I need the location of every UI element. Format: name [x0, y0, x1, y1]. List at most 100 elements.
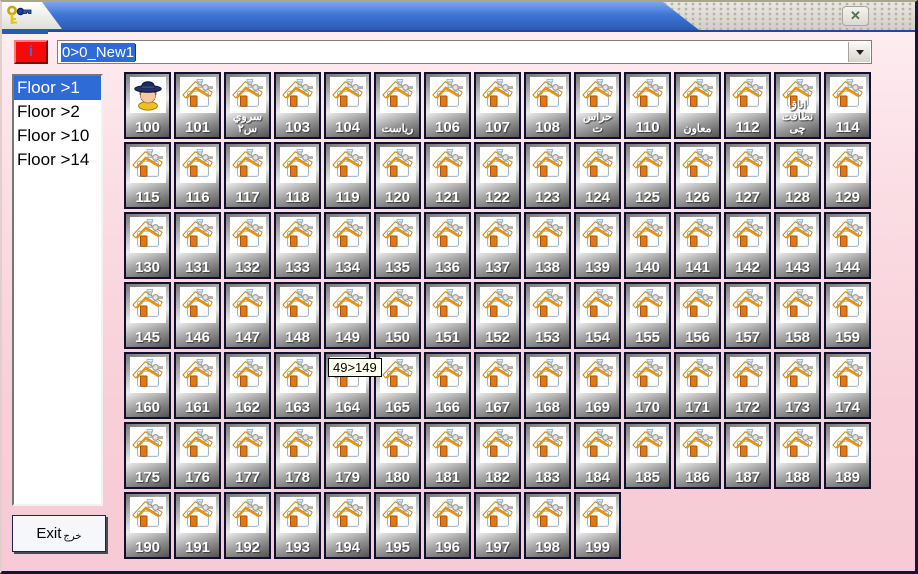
room-button[interactable]: 104 [324, 72, 371, 139]
room-button[interactable]: 123 [524, 142, 571, 209]
room-button[interactable]: 192 [224, 492, 271, 559]
room-button[interactable]: 128 [774, 142, 821, 209]
room-button[interactable]: 119 [324, 142, 371, 209]
room-button[interactable]: 117 [224, 142, 271, 209]
room-button[interactable]: 183 [524, 422, 571, 489]
room-button[interactable]: 196 [424, 492, 471, 559]
room-button[interactable]: 153 [524, 282, 571, 349]
floor-item-2[interactable]: Floor >2 [14, 100, 101, 124]
room-button[interactable]: 161 [174, 352, 221, 419]
room-button[interactable]: 115 [124, 142, 171, 209]
room-button[interactable]: 135 [374, 212, 421, 279]
room-button[interactable]: 189 [824, 422, 871, 489]
room-button[interactable]: 139 [574, 212, 621, 279]
room-button[interactable]: 108 [524, 72, 571, 139]
info-button[interactable]: i [14, 40, 48, 64]
room-button[interactable]: 134 [324, 212, 371, 279]
room-button[interactable]: 126 [674, 142, 721, 209]
room-button[interactable]: 141 [674, 212, 721, 279]
room-button[interactable]: 147 [224, 282, 271, 349]
room-button[interactable]: 138 [524, 212, 571, 279]
room-button[interactable]: 191 [174, 492, 221, 559]
room-button[interactable]: 155 [624, 282, 671, 349]
room-button[interactable]: 125 [624, 142, 671, 209]
room-button[interactable]: 182 [474, 422, 521, 489]
room-button[interactable]: سروي س٢ [224, 72, 271, 139]
room-button[interactable]: 149 [324, 282, 371, 349]
room-button[interactable]: 106 [424, 72, 471, 139]
room-button[interactable]: 173 [774, 352, 821, 419]
room-button[interactable]: 172 [724, 352, 771, 419]
room-button[interactable]: 120 [374, 142, 421, 209]
room-button[interactable]: 136 [424, 212, 471, 279]
room-button[interactable]: 159 [824, 282, 871, 349]
room-button[interactable]: 157 [724, 282, 771, 349]
room-button[interactable]: 186 [674, 422, 721, 489]
room-button[interactable]: 198 [524, 492, 571, 559]
room-button[interactable]: 127 [724, 142, 771, 209]
room-button[interactable]: 197 [474, 492, 521, 559]
room-button[interactable]: 100 [124, 72, 171, 139]
room-button[interactable]: 168 [524, 352, 571, 419]
room-button[interactable]: 144 [824, 212, 871, 279]
room-combo-box[interactable]: 0>0_New1 [57, 40, 872, 64]
room-button[interactable]: 184 [574, 422, 621, 489]
room-button[interactable]: 180 [374, 422, 421, 489]
room-button[interactable]: اتاق نظافت چی [774, 72, 821, 139]
room-button[interactable]: 174 [824, 352, 871, 419]
room-button[interactable]: 199 [574, 492, 621, 559]
room-button[interactable]: 188 [774, 422, 821, 489]
room-button[interactable]: معاون [674, 72, 721, 139]
room-button[interactable]: 146 [174, 282, 221, 349]
room-button[interactable]: 107 [474, 72, 521, 139]
room-button[interactable]: 132 [224, 212, 271, 279]
room-button[interactable]: 101 [174, 72, 221, 139]
room-button[interactable]: 177 [224, 422, 271, 489]
room-button[interactable]: 163 [274, 352, 321, 419]
room-button[interactable]: 133 [274, 212, 321, 279]
room-button[interactable]: حراس ت [574, 72, 621, 139]
room-button[interactable]: 131 [174, 212, 221, 279]
floor-item-10[interactable]: Floor >10 [14, 124, 101, 148]
room-button[interactable]: 167 [474, 352, 521, 419]
exit-button[interactable]: Exit خرج [12, 515, 106, 552]
room-button[interactable]: 137 [474, 212, 521, 279]
room-button[interactable]: 112 [724, 72, 771, 139]
room-button[interactable]: 124 [574, 142, 621, 209]
dropdown-arrow-icon[interactable] [848, 42, 870, 62]
room-button[interactable]: 179 [324, 422, 371, 489]
room-button[interactable]: 114 [824, 72, 871, 139]
room-button[interactable]: رياست [374, 72, 421, 139]
room-button[interactable]: 143 [774, 212, 821, 279]
room-button[interactable]: 171 [674, 352, 721, 419]
room-button[interactable]: 195 [374, 492, 421, 559]
room-button[interactable]: 181 [424, 422, 471, 489]
room-button[interactable]: 140 [624, 212, 671, 279]
room-button[interactable]: 122 [474, 142, 521, 209]
room-button[interactable]: 151 [424, 282, 471, 349]
floor-item-14[interactable]: Floor >14 [14, 148, 101, 172]
room-button[interactable]: 158 [774, 282, 821, 349]
room-button[interactable]: 110 [624, 72, 671, 139]
room-button[interactable]: 175 [124, 422, 171, 489]
room-button[interactable]: 160 [124, 352, 171, 419]
room-button[interactable]: 194 [324, 492, 371, 559]
room-button[interactable]: 156 [674, 282, 721, 349]
room-button[interactable]: 121 [424, 142, 471, 209]
room-button[interactable]: 193 [274, 492, 321, 559]
room-button[interactable]: 176 [174, 422, 221, 489]
room-button[interactable]: 162 [224, 352, 271, 419]
close-icon[interactable]: ✕ [842, 6, 869, 26]
room-button[interactable]: 130 [124, 212, 171, 279]
room-button[interactable]: 178 [274, 422, 321, 489]
room-button[interactable]: 129 [824, 142, 871, 209]
room-button[interactable]: 185 [624, 422, 671, 489]
room-button[interactable]: 187 [724, 422, 771, 489]
room-button[interactable]: 169 [574, 352, 621, 419]
room-button[interactable]: 170 [624, 352, 671, 419]
room-button[interactable]: 142 [724, 212, 771, 279]
floor-item-1[interactable]: Floor >1 [14, 76, 101, 100]
room-button[interactable]: 154 [574, 282, 621, 349]
room-button[interactable]: 103 [274, 72, 321, 139]
room-button[interactable]: 150 [374, 282, 421, 349]
